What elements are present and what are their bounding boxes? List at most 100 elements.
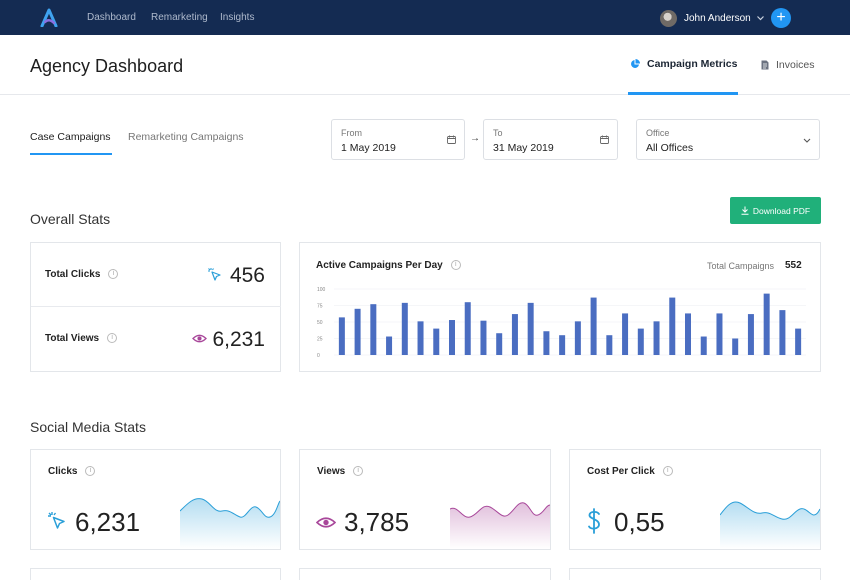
total-views-value: 6,231 [212, 328, 265, 351]
bar[interactable] [417, 321, 424, 355]
to-value: 31 May 2019 [493, 142, 554, 154]
bar[interactable] [606, 335, 613, 355]
bar[interactable] [480, 320, 487, 355]
office-label: Office [646, 128, 670, 138]
from-value: 1 May 2019 [341, 142, 396, 154]
social-label-text: Clicks [48, 466, 78, 477]
from-label: From [341, 128, 362, 138]
chevron-down-icon [756, 16, 764, 21]
eye-icon [316, 517, 336, 528]
social-label: Views i [317, 466, 364, 477]
user-menu[interactable]: John Anderson [660, 9, 765, 27]
tab-case-campaigns[interactable]: Case Campaigns [30, 131, 111, 143]
download-pdf-button[interactable]: Download PDF [730, 197, 821, 224]
info-icon[interactable]: i [662, 466, 673, 477]
social-value: 0,55 [614, 507, 665, 537]
info-icon[interactable]: i [108, 269, 119, 280]
views-sparkline [450, 502, 550, 549]
bar[interactable] [370, 304, 377, 355]
download-pdf-label: Download PDF [752, 205, 811, 216]
bar[interactable] [464, 302, 471, 355]
bar[interactable] [543, 331, 550, 355]
bar[interactable] [732, 338, 739, 356]
y-tick-label: 75 [317, 303, 323, 309]
eye-icon [192, 334, 207, 343]
info-icon[interactable]: i [107, 333, 118, 344]
chevron-down-icon [803, 138, 811, 143]
bar[interactable] [685, 313, 691, 355]
bar[interactable] [433, 328, 440, 355]
office-value: All Offices [646, 142, 694, 154]
y-tick-label: 100 [317, 287, 326, 293]
bar[interactable] [669, 297, 676, 355]
clicks-sparkline [180, 498, 280, 549]
social-label-text: Cost Per Click [587, 466, 655, 477]
bar[interactable] [338, 317, 345, 355]
tab-remarketing-campaigns[interactable]: Remarketing Campaigns [128, 131, 244, 143]
bar[interactable] [559, 335, 566, 355]
tab-campaign-metrics[interactable]: Campaign Metrics [628, 35, 738, 95]
social-label: Cost Per Click i [587, 466, 673, 477]
office-select[interactable]: Office All Offices [636, 119, 820, 160]
info-icon[interactable]: i [85, 466, 96, 477]
cost-sparkline [720, 501, 820, 549]
document-icon [761, 60, 769, 69]
bar[interactable] [511, 314, 518, 355]
total-clicks-value: 456 [229, 264, 265, 287]
bar[interactable] [496, 333, 503, 355]
nav-remarketing[interactable]: Remarketing [151, 12, 208, 23]
top-navbar: Dashboard Remarketing Insights John Ande… [0, 0, 850, 35]
active-tab-indicator [30, 153, 112, 155]
y-tick-label: 0 [317, 353, 320, 359]
brand-logo[interactable] [39, 8, 59, 27]
from-date-field[interactable]: From 1 May 2019 [331, 119, 465, 160]
calendar-icon[interactable] [447, 135, 456, 144]
bar[interactable] [401, 302, 408, 355]
bar[interactable] [622, 313, 629, 355]
bar[interactable] [779, 310, 786, 355]
tab-invoices[interactable]: Invoices [761, 35, 815, 94]
bar[interactable] [354, 308, 361, 355]
social-stats-title: Social Media Stats [30, 419, 146, 435]
bar[interactable] [653, 321, 660, 355]
page-title: Agency Dashboard [30, 56, 184, 76]
total-views-row: Total Views i 6,231 [31, 307, 281, 371]
bar[interactable] [386, 336, 393, 355]
cursor-click-icon [48, 512, 65, 529]
bar[interactable] [637, 328, 644, 355]
bar[interactable] [527, 302, 534, 355]
social-value: 3,785 [344, 507, 410, 537]
page-header: Agency Dashboard Campaign Metrics Invoic… [0, 35, 850, 95]
y-tick-label: 25 [317, 336, 323, 342]
to-date-field[interactable]: To 31 May 2019 [483, 119, 618, 160]
pie-chart-icon [631, 58, 640, 68]
bar[interactable] [449, 320, 455, 355]
social-value: 6,231 [75, 507, 141, 537]
bar[interactable] [747, 314, 754, 355]
info-icon[interactable]: i [353, 466, 364, 477]
social-card-partial [299, 568, 551, 580]
total-views-text: Total Views [45, 333, 100, 344]
bar[interactable] [763, 293, 770, 355]
user-name: John Anderson [684, 12, 751, 24]
download-icon [741, 206, 749, 215]
total-views-label: Total Views i [45, 333, 118, 344]
tab-label: Campaign Metrics [647, 57, 738, 70]
calendar-icon[interactable] [600, 135, 609, 144]
add-button[interactable]: + [771, 8, 791, 28]
totals-card: Total Clicks i 456 Total Views i 6,231 [30, 242, 281, 372]
dollar-icon [588, 508, 600, 534]
bar[interactable] [590, 297, 597, 355]
social-card-views: Views i 3,785 [299, 449, 551, 550]
bar[interactable] [795, 328, 802, 355]
date-range-arrow: → [470, 133, 480, 144]
nav-dashboard[interactable]: Dashboard [87, 12, 136, 23]
to-label: To [493, 128, 503, 138]
total-clicks-label: Total Clicks i [45, 269, 119, 280]
bar[interactable] [574, 321, 581, 355]
bar-chart: 100 75 50 25 0 [317, 287, 806, 359]
nav-insights[interactable]: Insights [220, 12, 254, 23]
total-clicks-text: Total Clicks [45, 269, 101, 280]
bar[interactable] [700, 336, 707, 355]
bar[interactable] [716, 313, 723, 355]
